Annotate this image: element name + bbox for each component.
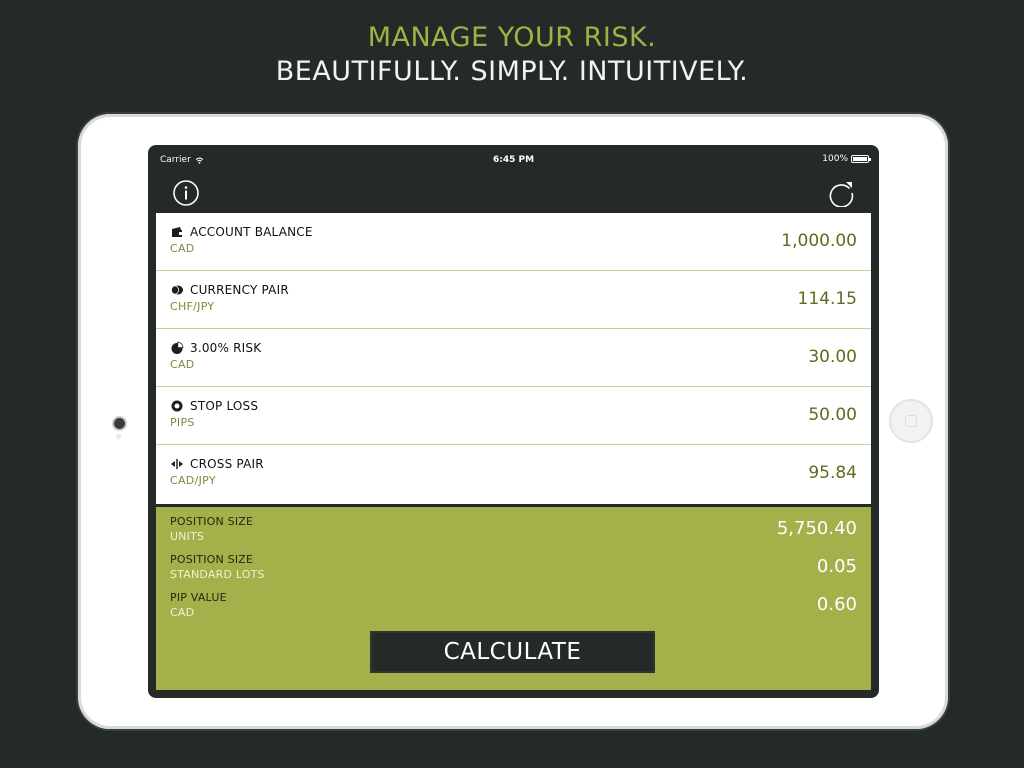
input-row-cross-pair[interactable]: CROSS PAIR CAD/JPY 95.84 — [156, 445, 871, 504]
results-panel: POSITION SIZE UNITS 5,750.40 POSITION SI… — [156, 507, 871, 690]
status-bar: Carrier 6:45 PM 100% — [148, 145, 879, 171]
result-value: 0.60 — [816, 594, 857, 615]
input-row-risk[interactable]: 3.00% RISK CAD 30.00 — [156, 329, 871, 387]
input-row-currency-pair[interactable]: CURRENCY PAIR CHF/JPY 114.15 — [156, 271, 871, 329]
row-value[interactable]: 50.00 — [808, 405, 857, 425]
row-value[interactable]: 30.00 — [808, 347, 857, 367]
input-row-stop-loss[interactable]: STOP LOSS PIPS 50.00 — [156, 387, 871, 445]
result-value: 5,750.40 — [776, 518, 857, 539]
result-label: POSITION SIZE — [170, 553, 254, 566]
row-value[interactable]: 114.15 — [798, 289, 857, 309]
headline-line1: MANAGE YOUR RISK. — [367, 22, 657, 53]
result-sub: STANDARD LOTS — [170, 568, 265, 581]
status-time: 6:45 PM — [492, 155, 535, 165]
row-sub: CAD/JPY — [170, 474, 216, 487]
coins-icon — [171, 285, 183, 295]
result-sub: UNITS — [170, 530, 205, 543]
row-label: CURRENCY PAIR — [190, 283, 289, 297]
sensor-dot — [116, 434, 121, 439]
status-battery: 100% — [822, 154, 871, 164]
app-screen: Carrier 6:45 PM 100% ACCOUNT BALANCE CAD… — [148, 145, 879, 698]
battery-icon — [851, 155, 871, 163]
result-label: PIP VALUE — [170, 591, 227, 604]
result-position-size-units: POSITION SIZE UNITS 5,750.40 — [156, 515, 871, 549]
stop-icon — [171, 400, 183, 412]
cross-arrows-icon — [171, 459, 183, 469]
wallet-icon — [172, 227, 183, 237]
battery-percent: 100% — [822, 154, 848, 164]
row-value[interactable]: 95.84 — [808, 463, 857, 483]
calculate-button[interactable]: CALCULATE — [370, 631, 655, 673]
row-label: STOP LOSS — [190, 399, 259, 413]
row-sub: CHF/JPY — [170, 300, 215, 313]
result-position-size-lots: POSITION SIZE STANDARD LOTS 0.05 — [156, 553, 871, 587]
home-button[interactable] — [889, 399, 933, 443]
result-label: POSITION SIZE — [170, 515, 254, 528]
headline-line2: BEAUTIFULLY. SIMPLY. INTUITIVELY. — [275, 56, 749, 87]
home-square-icon — [905, 415, 917, 427]
info-icon[interactable] — [172, 179, 200, 207]
result-value: 0.05 — [816, 556, 857, 577]
row-sub: CAD — [170, 358, 195, 371]
row-value[interactable]: 1,000.00 — [781, 231, 857, 251]
row-sub: CAD — [170, 242, 195, 255]
nav-bar — [148, 171, 879, 213]
refresh-icon[interactable] — [827, 179, 855, 207]
row-label: ACCOUNT BALANCE — [190, 225, 313, 239]
row-label: 3.00% RISK — [190, 341, 262, 355]
input-row-account-balance[interactable]: ACCOUNT BALANCE CAD 1,000.00 — [156, 213, 871, 271]
row-sub: PIPS — [170, 416, 195, 429]
result-pip-value: PIP VALUE CAD 0.60 — [156, 591, 871, 625]
input-list: ACCOUNT BALANCE CAD 1,000.00 CURRENCY PA… — [156, 213, 871, 504]
row-label: CROSS PAIR — [190, 457, 264, 471]
result-sub: CAD — [170, 606, 195, 619]
camera-icon — [112, 416, 127, 431]
pie-chart-icon — [171, 341, 184, 354]
